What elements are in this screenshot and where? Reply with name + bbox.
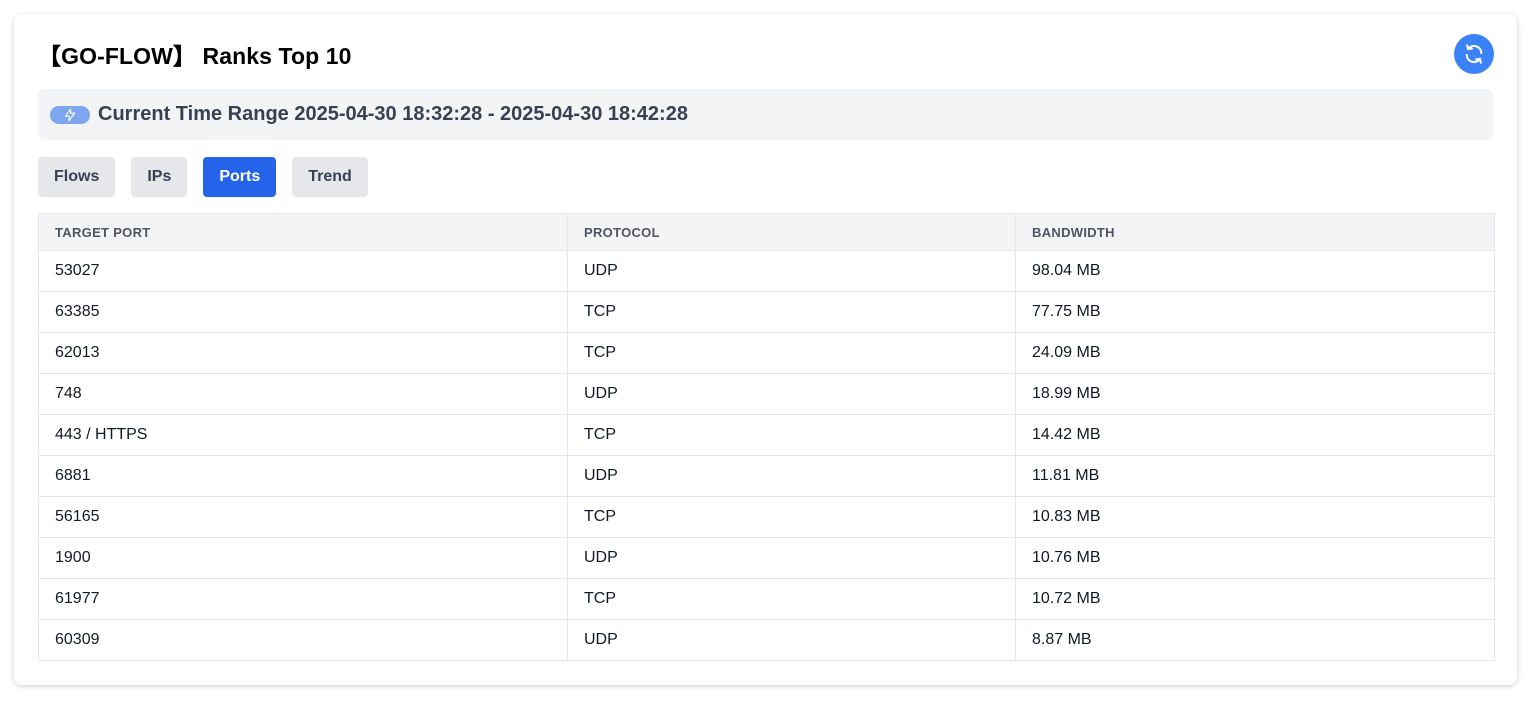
cell-target-port: 1900 bbox=[38, 537, 568, 579]
cell-bandwidth: 24.09 MB bbox=[1015, 332, 1495, 374]
table-row: 56165 TCP 10.83 MB bbox=[38, 496, 1495, 538]
cell-protocol: UDP bbox=[567, 619, 1016, 661]
ports-table-container: TARGET PORT PROTOCOL BANDWIDTH 53027 UDP… bbox=[38, 213, 1495, 661]
cell-bandwidth: 11.81 MB bbox=[1015, 455, 1495, 497]
tab-ports[interactable]: Ports bbox=[203, 157, 277, 197]
cell-protocol: TCP bbox=[567, 332, 1016, 374]
cell-bandwidth: 10.76 MB bbox=[1015, 537, 1495, 579]
cell-target-port: 61977 bbox=[38, 578, 568, 620]
column-header-bandwidth[interactable]: BANDWIDTH bbox=[1015, 213, 1495, 251]
cell-protocol: UDP bbox=[567, 250, 1016, 292]
column-header-target-port[interactable]: TARGET PORT bbox=[38, 213, 568, 251]
cell-target-port: 56165 bbox=[38, 496, 568, 538]
cell-target-port: 63385 bbox=[38, 291, 568, 333]
table-row: 61977 TCP 10.72 MB bbox=[38, 578, 1495, 620]
cell-protocol: UDP bbox=[567, 537, 1016, 579]
tab-ips[interactable]: IPs bbox=[131, 157, 188, 197]
table-row: 60309 UDP 8.87 MB bbox=[38, 619, 1495, 661]
tab-trend[interactable]: Trend bbox=[292, 157, 368, 197]
cell-bandwidth: 8.87 MB bbox=[1015, 619, 1495, 661]
page-title: 【GO-FLOW】 Ranks Top 10 bbox=[38, 43, 352, 69]
table-row: 748 UDP 18.99 MB bbox=[38, 373, 1495, 415]
cell-protocol: TCP bbox=[567, 578, 1016, 620]
table-row: 53027 UDP 98.04 MB bbox=[38, 250, 1495, 292]
tab-flows[interactable]: Flows bbox=[38, 157, 116, 197]
column-header-protocol[interactable]: PROTOCOL bbox=[567, 213, 1016, 251]
cell-target-port: 53027 bbox=[38, 250, 568, 292]
tab-bar: Flows IPs Ports Trend bbox=[38, 157, 368, 197]
cell-protocol: TCP bbox=[567, 496, 1016, 538]
table-row: 1900 UDP 10.76 MB bbox=[38, 537, 1495, 579]
cell-bandwidth: 10.72 MB bbox=[1015, 578, 1495, 620]
refresh-icon bbox=[1465, 44, 1483, 64]
time-badge bbox=[50, 105, 90, 124]
cell-bandwidth: 18.99 MB bbox=[1015, 373, 1495, 415]
cell-bandwidth: 10.83 MB bbox=[1015, 496, 1495, 538]
cell-target-port: 6881 bbox=[38, 455, 568, 497]
cell-target-port: 443 / HTTPS bbox=[38, 414, 568, 456]
ports-table: TARGET PORT PROTOCOL BANDWIDTH 53027 UDP… bbox=[38, 213, 1495, 661]
table-row: 6881 UDP 11.81 MB bbox=[38, 455, 1495, 497]
lightning-icon bbox=[64, 108, 76, 121]
table-header-row: TARGET PORT PROTOCOL BANDWIDTH bbox=[38, 213, 1495, 251]
cell-protocol: TCP bbox=[567, 291, 1016, 333]
ranks-card: 【GO-FLOW】 Ranks Top 10 Current Time Rang… bbox=[14, 14, 1517, 685]
cell-target-port: 62013 bbox=[38, 332, 568, 374]
time-range-panel: Current Time Range 2025-04-30 18:32:28 -… bbox=[38, 89, 1493, 140]
table-row: 62013 TCP 24.09 MB bbox=[38, 332, 1495, 374]
cell-target-port: 60309 bbox=[38, 619, 568, 661]
cell-target-port: 748 bbox=[38, 373, 568, 415]
cell-protocol: UDP bbox=[567, 455, 1016, 497]
cell-protocol: TCP bbox=[567, 414, 1016, 456]
table-row: 443 / HTTPS TCP 14.42 MB bbox=[38, 414, 1495, 456]
cell-protocol: UDP bbox=[567, 373, 1016, 415]
time-range-text: Current Time Range 2025-04-30 18:32:28 -… bbox=[98, 103, 688, 125]
table-row: 63385 TCP 77.75 MB bbox=[38, 291, 1495, 333]
refresh-button[interactable] bbox=[1454, 34, 1494, 74]
cell-bandwidth: 77.75 MB bbox=[1015, 291, 1495, 333]
cell-bandwidth: 14.42 MB bbox=[1015, 414, 1495, 456]
card-header: 【GO-FLOW】 Ranks Top 10 bbox=[38, 34, 1494, 74]
cell-bandwidth: 98.04 MB bbox=[1015, 250, 1495, 292]
